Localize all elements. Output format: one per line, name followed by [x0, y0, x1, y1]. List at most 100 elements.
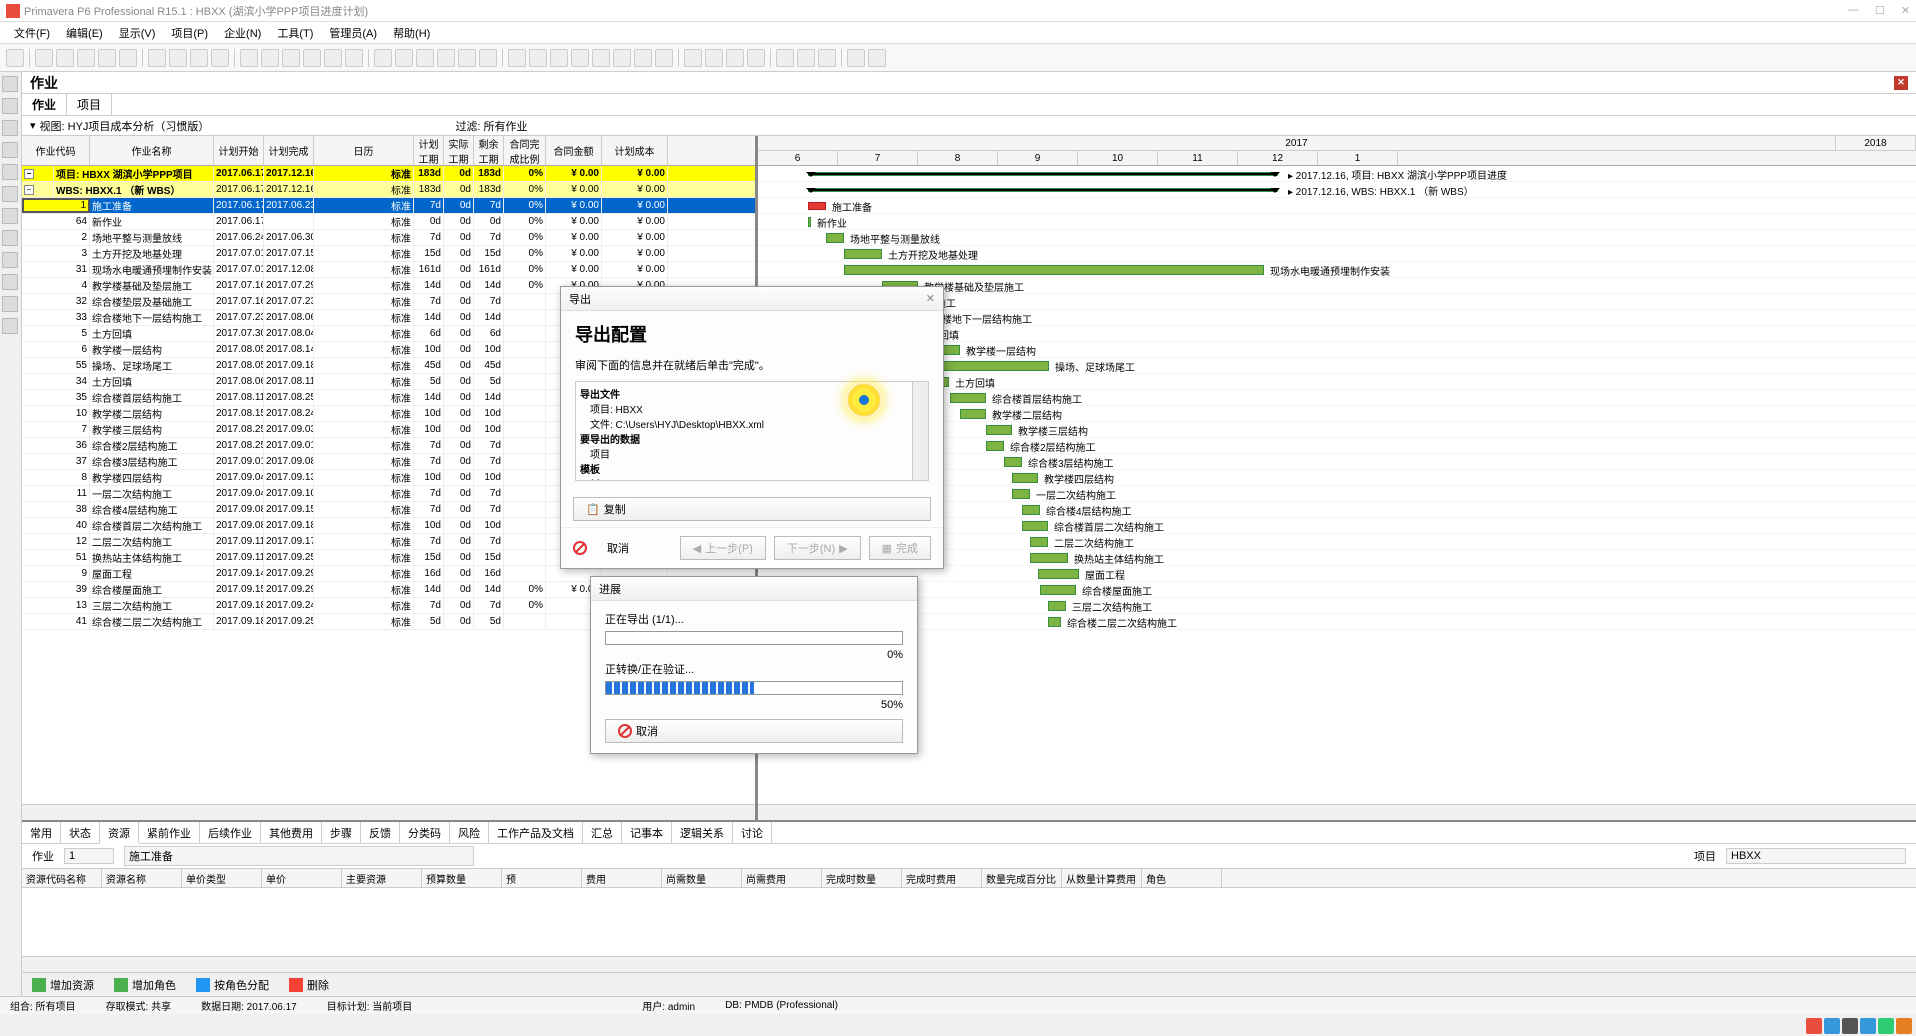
tb-btn[interactable]: [847, 49, 865, 67]
activity-name-field[interactable]: 施工准备: [124, 846, 474, 866]
tb-btn[interactable]: [6, 49, 24, 67]
tray-icon[interactable]: [1878, 1018, 1894, 1034]
tb-btn[interactable]: [35, 49, 53, 67]
sb-btn[interactable]: [2, 296, 18, 312]
sb-btn[interactable]: [2, 274, 18, 290]
col-id[interactable]: 作业代码: [22, 136, 90, 165]
delete-button[interactable]: 删除: [289, 977, 329, 993]
sb-btn[interactable]: [2, 252, 18, 268]
detail-tab[interactable]: 汇总: [583, 822, 622, 843]
table-row[interactable]: −WBS: HBXX.1 （新 WBS）2017.06.172017.12.16…: [22, 182, 755, 198]
tb-btn[interactable]: [655, 49, 673, 67]
h-scrollbar[interactable]: [22, 804, 755, 820]
add-role-button[interactable]: 增加角色: [114, 977, 176, 993]
tb-btn[interactable]: [571, 49, 589, 67]
gantt-h-scrollbar[interactable]: [758, 804, 1916, 820]
tb-btn[interactable]: [211, 49, 229, 67]
detail-tab[interactable]: 紧前作业: [139, 822, 200, 843]
tb-btn[interactable]: [282, 49, 300, 67]
tb-btn[interactable]: [613, 49, 631, 67]
tb-btn[interactable]: [529, 49, 547, 67]
sb-btn[interactable]: [2, 186, 18, 202]
tray-icon[interactable]: [1806, 1018, 1822, 1034]
tb-btn[interactable]: [508, 49, 526, 67]
gantt-row[interactable]: 新作业: [758, 214, 1916, 230]
tb-btn[interactable]: [797, 49, 815, 67]
detail-tab[interactable]: 资源: [100, 822, 139, 844]
sb-btn[interactable]: [2, 98, 18, 114]
maximize-icon[interactable]: ☐: [1875, 4, 1885, 17]
tb-btn[interactable]: [684, 49, 702, 67]
col-rd[interactable]: 剩余工期: [474, 136, 504, 165]
tb-btn[interactable]: [303, 49, 321, 67]
col-pstart[interactable]: 计划开始: [214, 136, 264, 165]
tb-btn[interactable]: [240, 49, 258, 67]
gantt-row[interactable]: 综合楼二层二次结构施工: [758, 614, 1916, 630]
menu-tools[interactable]: 工具(T): [271, 23, 319, 43]
assign-by-role-button[interactable]: 按角色分配: [196, 977, 269, 993]
table-row[interactable]: 2场地平整与测量放线2017.06.242017.06.30标准7d0d7d0%…: [22, 230, 755, 246]
tb-btn[interactable]: [77, 49, 95, 67]
tray-icon[interactable]: [1896, 1018, 1912, 1034]
detail-h-scrollbar[interactable]: [22, 956, 1916, 972]
table-row[interactable]: 64新作业2017.06.17标准0d0d0d0%¥ 0.00¥ 0.00: [22, 214, 755, 230]
sb-btn[interactable]: [2, 230, 18, 246]
gantt-row[interactable]: 现场水电暖通预埋制作安装: [758, 262, 1916, 278]
tb-btn[interactable]: [56, 49, 74, 67]
col-name[interactable]: 作业名称: [90, 136, 214, 165]
tb-btn[interactable]: [374, 49, 392, 67]
tray-icon[interactable]: [1842, 1018, 1858, 1034]
tb-btn[interactable]: [550, 49, 568, 67]
tb-btn[interactable]: [818, 49, 836, 67]
tb-btn[interactable]: [592, 49, 610, 67]
tb-btn[interactable]: [726, 49, 744, 67]
tb-btn[interactable]: [345, 49, 363, 67]
sb-btn[interactable]: [2, 318, 18, 334]
menu-project[interactable]: 项目(P): [165, 23, 214, 43]
tb-btn[interactable]: [705, 49, 723, 67]
tb-btn[interactable]: [437, 49, 455, 67]
sb-btn[interactable]: [2, 76, 18, 92]
tb-btn[interactable]: [261, 49, 279, 67]
detail-tab[interactable]: 风险: [450, 822, 489, 843]
cancel-button[interactable]: 取消: [595, 537, 641, 559]
menu-edit[interactable]: 编辑(E): [60, 23, 109, 43]
tb-btn[interactable]: [868, 49, 886, 67]
tb-btn[interactable]: [98, 49, 116, 67]
menu-admin[interactable]: 管理员(A): [323, 23, 383, 43]
table-row[interactable]: 3土方开挖及地基处理2017.07.012017.07.15标准15d0d15d…: [22, 246, 755, 262]
detail-tab[interactable]: 反馈: [361, 822, 400, 843]
sb-btn[interactable]: [2, 208, 18, 224]
tb-btn[interactable]: [479, 49, 497, 67]
tray-icon[interactable]: [1824, 1018, 1840, 1034]
copy-button[interactable]: 📋 复制: [573, 497, 931, 521]
tray-icon[interactable]: [1860, 1018, 1876, 1034]
sb-btn[interactable]: [2, 164, 18, 180]
menu-enterprise[interactable]: 企业(N): [218, 23, 267, 43]
progress-cancel-button[interactable]: 取消: [605, 719, 903, 743]
gantt-row[interactable]: 综合楼屋面施工: [758, 582, 1916, 598]
detail-tab[interactable]: 工作产品及文档: [489, 822, 583, 843]
detail-tab[interactable]: 步骤: [322, 822, 361, 843]
detail-tab[interactable]: 状态: [61, 822, 100, 843]
detail-tab[interactable]: 逻辑关系: [672, 822, 733, 843]
gantt-row[interactable]: 场地平整与测量放线: [758, 230, 1916, 246]
menu-file[interactable]: 文件(F): [8, 23, 56, 43]
table-row[interactable]: 1施工准备2017.06.172017.06.23标准7d0d7d0%¥ 0.0…: [22, 198, 755, 214]
close-tab-icon[interactable]: ✕: [1894, 76, 1908, 90]
minimize-icon[interactable]: —: [1848, 4, 1859, 17]
gantt-row[interactable]: 施工准备: [758, 198, 1916, 214]
tb-btn[interactable]: [169, 49, 187, 67]
gantt-row[interactable]: ▸ 2017.12.16, 项目: HBXX 湖滨小学PPP项目进度: [758, 166, 1916, 182]
prev-button[interactable]: ◀ 上一步(P): [680, 536, 766, 560]
project-field[interactable]: HBXX: [1726, 848, 1906, 864]
sb-btn[interactable]: [2, 120, 18, 136]
finish-button[interactable]: ▦ 完成: [869, 536, 931, 560]
tb-btn[interactable]: [416, 49, 434, 67]
close-icon[interactable]: ✕: [1901, 4, 1910, 17]
menu-view[interactable]: 显示(V): [113, 23, 162, 43]
activity-id-field[interactable]: 1: [64, 848, 114, 864]
detail-tab[interactable]: 讨论: [733, 822, 772, 843]
table-row[interactable]: 31现场水电暖通预埋制作安装2017.07.012017.12.08标准161d…: [22, 262, 755, 278]
tb-btn[interactable]: [776, 49, 794, 67]
